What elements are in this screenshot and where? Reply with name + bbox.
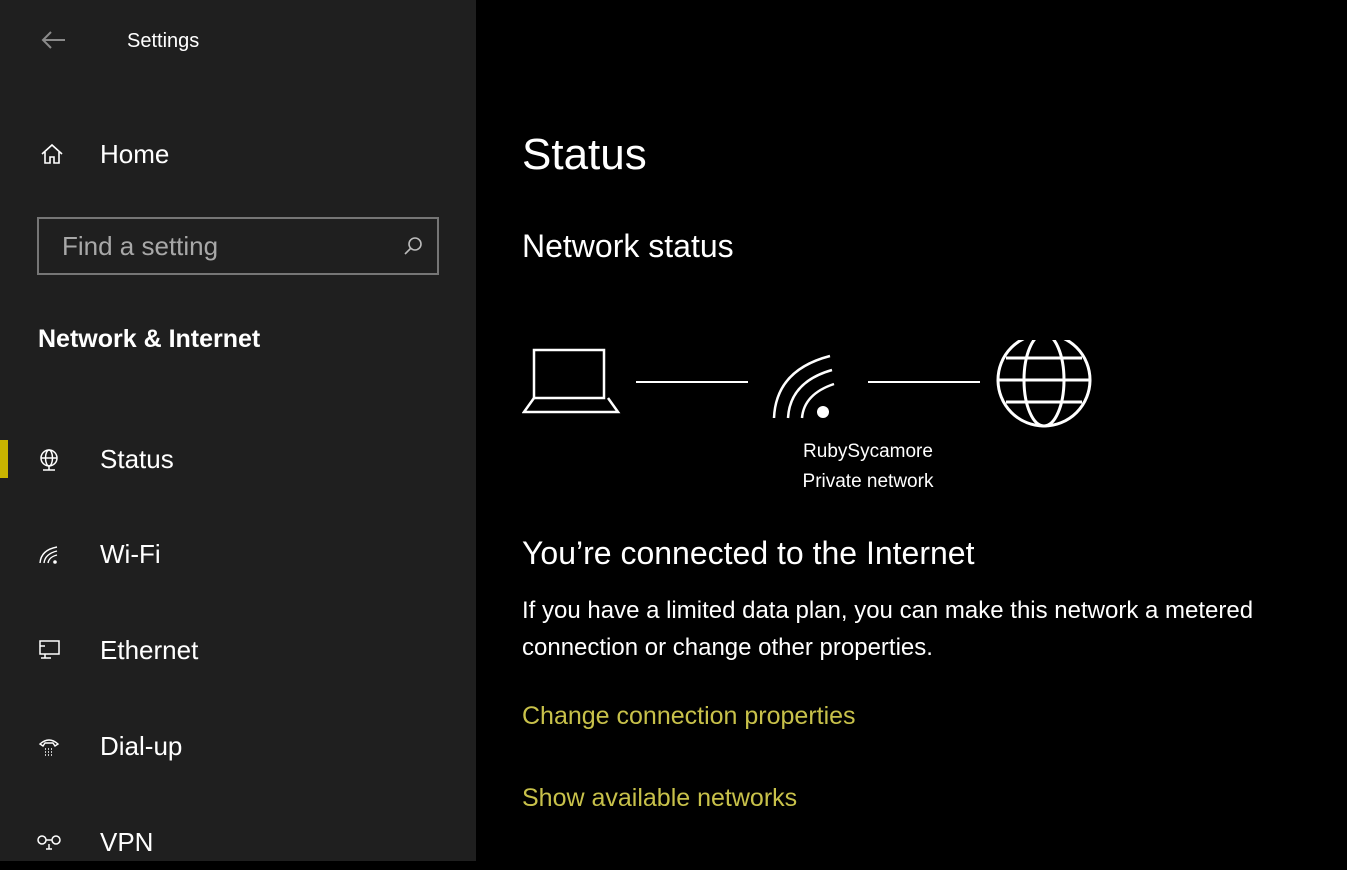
search-input[interactable] (39, 229, 399, 263)
connection-status-description: If you have a limited data plan, you can… (522, 597, 1254, 661)
back-arrow-icon (41, 31, 65, 49)
sidebar-item-status[interactable]: Status (0, 431, 476, 487)
selection-indicator (0, 440, 8, 478)
network-diagram-graphic (521, 332, 1092, 428)
sidebar-item-dialup[interactable]: Dial-up (0, 718, 476, 774)
search-icon[interactable] (399, 226, 427, 266)
network-status-heading: Network status (522, 228, 734, 264)
sidebar-item-label: Wi-Fi (100, 538, 161, 569)
search-box (37, 217, 439, 275)
ethernet-icon (36, 637, 62, 663)
sidebar-item-vpn[interactable]: VPN (0, 814, 476, 870)
section-title: Network & Internet (38, 325, 261, 353)
dialup-icon (36, 733, 62, 759)
connection-status-heading: You’re connected to the Internet (522, 535, 975, 571)
show-available-networks-link[interactable]: Show available networks (522, 784, 797, 813)
sidebar-item-label: Ethernet (100, 634, 199, 665)
laptop-icon (521, 348, 621, 414)
sidebar-item-ethernet[interactable]: Ethernet (0, 622, 476, 678)
wifi-icon (36, 541, 62, 567)
sidebar-item-label: Dial-up (100, 730, 183, 761)
back-button[interactable] (40, 26, 68, 54)
change-connection-properties-link[interactable]: Change connection properties (522, 702, 856, 731)
home-label: Home (100, 138, 170, 169)
page-title: Status (522, 130, 647, 179)
home-icon (40, 142, 64, 166)
app-title: Settings (127, 30, 200, 52)
globe-icon (996, 332, 1092, 428)
wifi-icon (772, 354, 835, 419)
network-type: Private network (802, 471, 934, 492)
network-diagram: RubySycamore Private network (521, 332, 1122, 500)
network-name: RubySycamore (803, 441, 933, 462)
main-content: Status Network status RubySycamore Priva… (476, 0, 1347, 861)
sidebar-item-label: Status (100, 443, 174, 474)
globe-icon (36, 446, 62, 472)
sidebar-item-label: VPN (100, 826, 154, 857)
sidebar: Settings Home Network & Internet St (0, 0, 476, 861)
home-nav-item[interactable]: Home (40, 134, 440, 174)
vpn-icon (36, 829, 62, 855)
sidebar-item-wifi[interactable]: Wi-Fi (0, 526, 476, 582)
